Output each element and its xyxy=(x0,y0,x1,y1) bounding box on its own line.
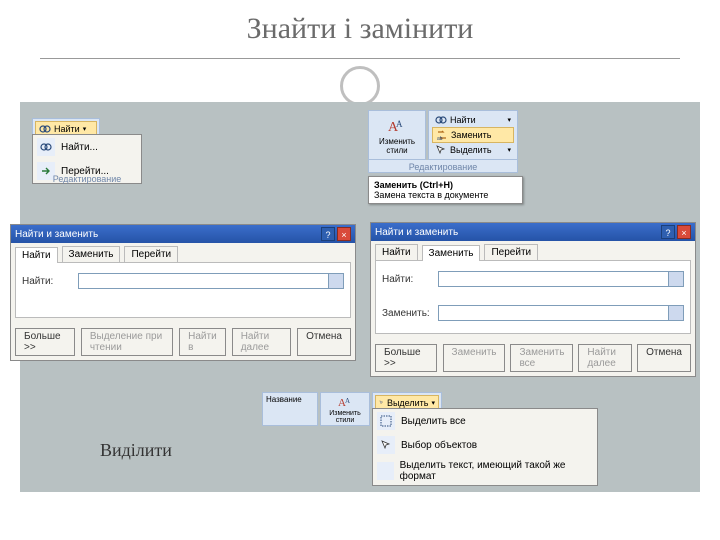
slide-title: Знайти і замінити xyxy=(0,12,720,46)
svg-text:A: A xyxy=(345,397,350,405)
ribbon-select-button[interactable]: Выделить ▾ xyxy=(432,143,514,157)
styles-icon: AA xyxy=(386,115,408,137)
select-dropdown-menu: Выделить все Выбор объектов Выделить тек… xyxy=(372,408,598,486)
find-button-label: Найти xyxy=(54,124,80,134)
editing-group: Найти ▾ ab Заменить Выделить ▾ xyxy=(428,110,518,160)
replaceall-button[interactable]: Заменить все xyxy=(510,344,573,372)
chevron-down-icon: ▾ xyxy=(507,146,511,154)
find-dialog-title: Найти и заменить xyxy=(15,229,98,240)
replace-dialog: Найти и заменить ? × Найти Заменить Пере… xyxy=(370,222,696,377)
replace-icon: ab xyxy=(436,129,448,141)
title-rule xyxy=(40,58,680,59)
change-styles-label-bottom: Изменить стили xyxy=(323,410,367,424)
replace-label: Заменить: xyxy=(382,308,432,319)
find-dialog-tabs: Найти Заменить Перейти xyxy=(11,243,355,262)
tab-replace[interactable]: Заменить xyxy=(422,245,481,261)
find-dialog: Найти и заменить ? × Найти Заменить Пере… xyxy=(10,224,356,361)
chevron-down-icon: ▾ xyxy=(431,399,435,407)
find-dialog-titlebar: Найти и заменить ? × xyxy=(11,225,355,243)
cancel-button[interactable]: Отмена xyxy=(637,344,691,372)
close-button[interactable]: × xyxy=(677,225,691,239)
ribbon-select-label: Выделить xyxy=(450,145,492,155)
chevron-down-icon: ▾ xyxy=(507,116,511,124)
binoculars-icon xyxy=(435,114,447,126)
replace-button[interactable]: Заменить xyxy=(443,344,506,372)
replace-dialog-title: Найти и заменить xyxy=(375,227,458,238)
tab-goto[interactable]: Перейти xyxy=(124,246,178,262)
replace-dialog-buttons: Больше >> Заменить Заменить все Найти да… xyxy=(371,338,695,376)
menu-item-select-all-label: Выделить все xyxy=(401,416,466,427)
find-dialog-buttons: Больше >> Выделение при чтении Найти в Н… xyxy=(11,322,355,360)
menu-item-find[interactable]: Найти... xyxy=(33,135,141,159)
find-label: Найти: xyxy=(382,274,432,285)
binoculars-icon xyxy=(40,141,52,153)
style-name-box[interactable]: Название xyxy=(262,392,318,426)
tooltip-title: Заменить (Ctrl+H) xyxy=(374,180,517,190)
svg-text:A: A xyxy=(396,119,403,129)
svg-text:ab: ab xyxy=(437,136,443,141)
select-all-icon xyxy=(380,415,392,427)
cursor-icon xyxy=(380,439,392,451)
close-button[interactable]: × xyxy=(337,227,351,241)
help-button[interactable]: ? xyxy=(661,225,675,239)
ribbon-replace-label: Заменить xyxy=(451,130,491,140)
replace-dialog-tabs: Найти Заменить Перейти xyxy=(371,241,695,260)
replace-input[interactable] xyxy=(438,305,684,321)
cancel-button[interactable]: Отмена xyxy=(297,328,351,356)
find-label: Найти: xyxy=(22,276,72,287)
menu-item-select-objects-label: Выбор объектов xyxy=(401,440,477,451)
change-styles-button[interactable]: AA Изменить стили xyxy=(368,110,426,160)
tab-find[interactable]: Найти xyxy=(15,247,58,263)
tab-find[interactable]: Найти xyxy=(375,244,418,260)
ribbon-replace-button[interactable]: ab Заменить xyxy=(432,127,514,143)
ribbon-group-label-left: Редактирование xyxy=(32,172,142,184)
change-styles-label: Изменить стили xyxy=(371,137,423,155)
tab-goto[interactable]: Перейти xyxy=(484,244,538,260)
ribbon-group-label-right: Редактирование xyxy=(368,160,518,173)
highlight-button[interactable]: Выделение при чтении xyxy=(81,328,173,356)
find-input[interactable] xyxy=(438,271,684,287)
findnext-button[interactable]: Найти далее xyxy=(232,328,291,356)
title-circle-ornament xyxy=(340,66,380,106)
find-input[interactable] xyxy=(78,273,344,289)
chevron-down-icon: ▾ xyxy=(83,125,87,133)
style-name-label: Название xyxy=(266,395,314,404)
replace-tooltip: Заменить (Ctrl+H) Замена текста в докуме… xyxy=(368,176,523,204)
more-button[interactable]: Больше >> xyxy=(375,344,437,372)
caption-select: Виділити xyxy=(100,440,172,461)
help-button[interactable]: ? xyxy=(321,227,335,241)
replace-dialog-titlebar: Найти и заменить ? × xyxy=(371,223,695,241)
findnext-button[interactable]: Найти далее xyxy=(578,344,632,372)
menu-item-select-similar-label: Выделить текст, имеющий такой же формат xyxy=(400,460,589,482)
menu-item-select-similar[interactable]: Выделить текст, имеющий такой же формат xyxy=(373,457,597,485)
findin-button[interactable]: Найти в xyxy=(179,328,226,356)
tab-replace[interactable]: Заменить xyxy=(62,246,121,262)
replace-dialog-body: Найти: Заменить: xyxy=(375,260,691,334)
ribbon-find-button[interactable]: Найти ▾ xyxy=(432,113,514,127)
cursor-icon xyxy=(435,144,447,156)
menu-item-find-label: Найти... xyxy=(61,142,98,153)
select-button-label: Выделить xyxy=(387,398,429,408)
menu-item-select-all[interactable]: Выделить все xyxy=(373,409,597,433)
menu-item-select-objects[interactable]: Выбор объектов xyxy=(373,433,597,457)
ribbon-find-label: Найти xyxy=(450,115,476,125)
change-styles-button-bottom[interactable]: AA Изменить стили xyxy=(320,392,370,426)
more-button[interactable]: Больше >> xyxy=(15,328,75,356)
styles-icon: AA xyxy=(337,394,353,410)
slide: Знайти і замінити Найти ▾ Найти... Перей… xyxy=(0,0,720,540)
tooltip-body: Замена текста в документе xyxy=(374,190,517,200)
find-dialog-body: Найти: xyxy=(15,262,351,318)
